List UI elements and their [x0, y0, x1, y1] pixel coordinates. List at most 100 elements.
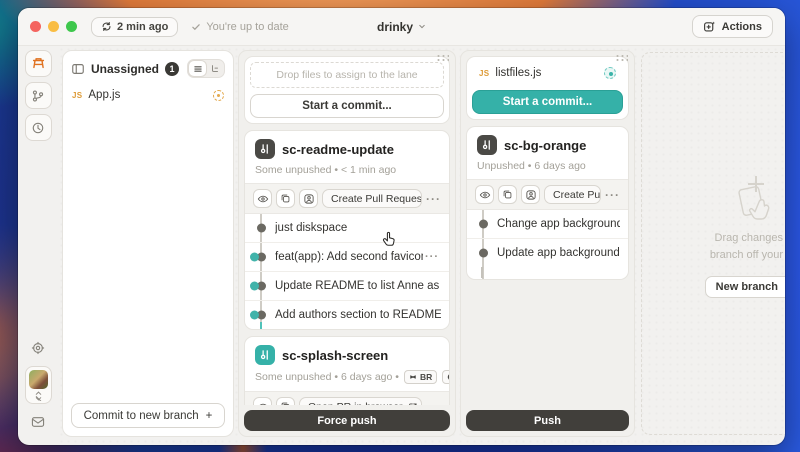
close-window-button[interactable]: [30, 21, 41, 32]
branch-card-splash-screen: sc-splash-screen Some unpushed • 6 days …: [244, 336, 450, 405]
review-button[interactable]: [253, 189, 272, 208]
actions-button[interactable]: Actions: [692, 15, 773, 38]
traffic-lights: [30, 21, 77, 32]
commit-row[interactable]: Update app background color t...: [467, 238, 628, 267]
profile-switcher[interactable]: [25, 366, 52, 404]
review-button[interactable]: [475, 185, 494, 204]
modified-indicator-icon: [213, 90, 224, 101]
branch-card-readme-update: sc-readme-update Some unpushed • < 1 min…: [244, 130, 450, 330]
review-button[interactable]: [253, 397, 272, 405]
create-pr-button[interactable]: Create Pull Req...: [544, 185, 601, 204]
rail-item-branches[interactable]: [25, 82, 52, 109]
zoom-window-button[interactable]: [66, 21, 77, 32]
sync-button[interactable]: 2 min ago: [91, 17, 178, 37]
view-toggle: [187, 59, 225, 78]
copy-branch-button[interactable]: [276, 189, 295, 208]
branch-badge-icon: [255, 345, 275, 365]
file-dropzone[interactable]: Drop files to assign to the lane: [250, 62, 444, 88]
new-branch-canvas: Drag changes branch off your New branch: [639, 50, 781, 437]
commit-list: just diskspace feat(app): Add second fav…: [245, 214, 449, 329]
commit-message: Update README to list Anne as primary au…: [275, 280, 441, 292]
new-branch-button[interactable]: New branch: [705, 276, 785, 298]
commit-list: Change app background color t... Update …: [467, 210, 628, 279]
branch-header[interactable]: sc-splash-screen Some unpushed • 6 days …: [245, 337, 449, 391]
plus-icon: +: [206, 410, 213, 422]
commit-row[interactable]: Add authors section to README file: [245, 300, 449, 329]
commit-row[interactable]: Change app background color t...: [467, 210, 628, 238]
file-name: App.js: [88, 89, 120, 101]
push-row: Push: [466, 405, 629, 431]
settings-button[interactable]: [25, 337, 52, 359]
create-pr-label: Create Pull Req...: [553, 189, 601, 201]
commit-message: just diskspace: [275, 222, 441, 234]
branch-menu-button[interactable]: ···: [605, 188, 620, 202]
file-row-appjs[interactable]: JS App.js: [63, 84, 233, 106]
sync-icon: [101, 21, 112, 32]
force-push-button[interactable]: Force push: [244, 410, 450, 431]
br-badge[interactable]: BR: [404, 370, 437, 384]
rail-item-history[interactable]: [25, 114, 52, 141]
lane-readme: Drop files to assign to the lane Start a…: [238, 50, 456, 437]
check-icon: [191, 22, 201, 32]
branch-badge-icon: [255, 139, 275, 159]
commit-dot-local: [479, 220, 488, 229]
minimize-window-button[interactable]: [48, 21, 59, 32]
copy-branch-button[interactable]: [276, 397, 295, 405]
create-pr-button[interactable]: Create Pull Request: [322, 189, 422, 208]
lane-bg-orange: JS listfiles.js Start a commit...: [460, 50, 635, 437]
assigned-indicator-icon: [604, 67, 616, 79]
chevron-updown-icon: [34, 391, 43, 401]
branch-actionbar: Create Pull Request ···: [245, 183, 449, 214]
project-title: drinky: [377, 20, 413, 34]
assignee-button[interactable]: [521, 185, 540, 204]
pr-badge[interactable]: PR: [442, 370, 450, 384]
assignee-button[interactable]: [299, 189, 318, 208]
create-pr-label: Create Pull Request: [331, 193, 422, 205]
branch-name: sc-readme-update: [282, 142, 394, 157]
branch-header[interactable]: sc-bg-orange Unpushed • 6 days ago: [467, 127, 628, 179]
lane-drag-handle[interactable]: [436, 54, 449, 61]
avatar: [29, 370, 48, 389]
commit-dot-local: [257, 224, 266, 233]
branch-header[interactable]: sc-readme-update Some unpushed • < 1 min…: [245, 131, 449, 183]
app-window: 2 min ago You're up to date drinky Actio…: [18, 8, 785, 445]
branch-badge-icon: [477, 135, 497, 155]
actions-label: Actions: [722, 21, 762, 33]
top-bar: 2 min ago You're up to date drinky Actio…: [18, 8, 785, 46]
gear-icon: [31, 341, 45, 355]
drag-hint-text: Drag changes branch off your: [710, 230, 783, 264]
commit-row[interactable]: feat(app): Add second favicon to web ...…: [245, 242, 449, 271]
commit-to-new-branch-button[interactable]: Commit to new branch +: [71, 403, 225, 428]
lane-commit-area: JS listfiles.js Start a commit...: [466, 56, 629, 120]
butler-icon: [31, 56, 46, 71]
sync-time-label: 2 min ago: [117, 21, 168, 33]
push-button[interactable]: Push: [466, 410, 629, 431]
open-pr-button[interactable]: Open PR in browser: [299, 397, 422, 405]
status-label: You're up to date: [206, 21, 288, 33]
push-row: Force push: [244, 405, 450, 431]
commit-message: Update app background color t...: [497, 247, 620, 259]
file-row-listfiles[interactable]: JS listfiles.js: [472, 62, 623, 84]
br-badge-label: BR: [420, 372, 432, 382]
feedback-button[interactable]: [25, 411, 52, 433]
commit-row[interactable]: Update README to list Anne as primary au…: [245, 271, 449, 300]
start-commit-button[interactable]: Start a commit...: [250, 94, 444, 118]
sidebar-panel-icon: [71, 62, 85, 76]
project-switcher[interactable]: drinky: [377, 20, 426, 34]
commit-message: feat(app): Add second favicon to web ...: [275, 251, 423, 263]
lane-content: Drop files to assign to the lane Start a…: [244, 56, 450, 405]
tree-view-button[interactable]: [206, 61, 223, 76]
file-name: listfiles.js: [495, 67, 541, 79]
commit-row[interactable]: just diskspace: [245, 214, 449, 242]
lane-content: JS listfiles.js Start a commit...: [466, 56, 629, 405]
branch-menu-button[interactable]: ···: [426, 192, 441, 206]
drag-hint-line1: Drag changes: [710, 230, 783, 247]
commit-menu-button[interactable]: ···: [423, 251, 441, 263]
lane-drag-handle[interactable]: [615, 54, 628, 61]
mail-icon: [31, 416, 45, 428]
start-commit-button[interactable]: Start a commit...: [472, 90, 623, 114]
rail-item-workspace[interactable]: [25, 50, 52, 77]
copy-branch-button[interactable]: [498, 185, 517, 204]
list-view-button[interactable]: [189, 61, 206, 76]
commit-message: Add authors section to README file: [275, 309, 441, 321]
